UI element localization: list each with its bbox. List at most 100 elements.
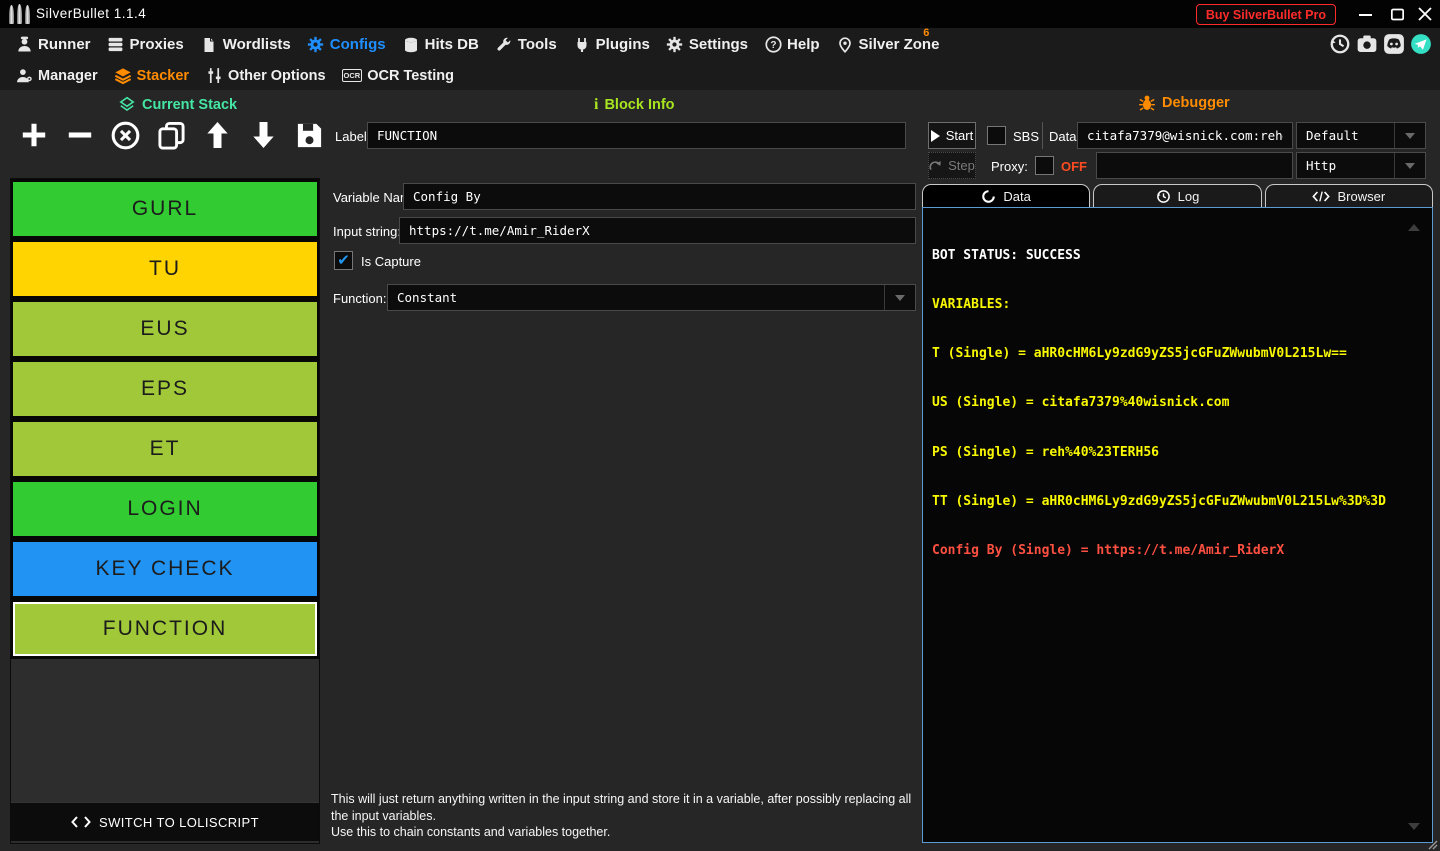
telegram-icon[interactable] bbox=[1409, 32, 1433, 56]
current-stack-title: Current Stack bbox=[142, 97, 237, 113]
plug-icon bbox=[573, 36, 591, 54]
menu-item-proxies[interactable]: Proxies bbox=[105, 28, 186, 61]
debug-output-panel[interactable]: BOT STATUS: SUCCESS VARIABLES: T (Single… bbox=[922, 207, 1433, 843]
stack-block-label: EPS bbox=[13, 362, 317, 416]
wordlist-type-dropdown[interactable]: Default bbox=[1296, 122, 1426, 149]
play-icon bbox=[931, 130, 940, 142]
tab-label: Browser bbox=[1337, 189, 1385, 204]
help-icon: ? bbox=[764, 36, 782, 54]
block-info-header: i Block Info bbox=[594, 96, 675, 114]
close-button[interactable] bbox=[1410, 0, 1440, 28]
person-gear-icon bbox=[15, 67, 33, 85]
stack-block-et[interactable]: ET bbox=[11, 419, 319, 479]
menu-item-hits-db[interactable]: Hits DB bbox=[400, 28, 481, 61]
stack-block-login[interactable]: LOGIN bbox=[11, 479, 319, 539]
menu-item-label: Settings bbox=[689, 36, 748, 53]
stack-block-label: KEY CHECK bbox=[13, 542, 317, 596]
sbs-label: SBS bbox=[1013, 129, 1039, 144]
input-string-label: Input string: bbox=[333, 224, 401, 239]
configs-sub-menu: Manager Stacker Other Options OCR OCR Te… bbox=[0, 61, 1440, 90]
log-line: PS (Single) = reh%40%23TERH56 bbox=[932, 445, 1423, 461]
menu-item-runner[interactable]: Runner bbox=[13, 28, 93, 61]
submenu-item-manager[interactable]: Manager bbox=[13, 61, 100, 90]
menu-item-tools[interactable]: Tools bbox=[493, 28, 559, 61]
log-line: VARIABLES: bbox=[932, 297, 1423, 313]
switch-to-loliscript-button[interactable]: SWITCH TO LOLISCRIPT bbox=[11, 802, 319, 841]
gear-icon bbox=[307, 36, 325, 54]
step-button[interactable]: Step bbox=[928, 152, 976, 179]
proxy-checkbox[interactable] bbox=[1035, 156, 1054, 175]
minimize-button[interactable] bbox=[1350, 0, 1380, 28]
stack-toolbar bbox=[19, 119, 324, 151]
stack-block-function[interactable]: FUNCTION bbox=[11, 599, 319, 659]
move-up-icon[interactable] bbox=[203, 119, 232, 151]
function-dropdown[interactable]: Constant bbox=[387, 284, 916, 311]
log-line: BOT STATUS: SUCCESS bbox=[932, 248, 1423, 264]
divider bbox=[1042, 122, 1043, 149]
discord-icon[interactable] bbox=[1382, 32, 1406, 56]
scroll-up-icon[interactable] bbox=[1408, 224, 1420, 231]
stack-block-label: TU bbox=[13, 242, 317, 296]
tab-data[interactable]: Data bbox=[922, 184, 1090, 207]
refresh-icon bbox=[981, 189, 996, 204]
menu-item-configs[interactable]: Configs bbox=[305, 28, 388, 61]
menu-item-settings[interactable]: Settings bbox=[664, 28, 750, 61]
add-icon[interactable] bbox=[19, 119, 48, 151]
chevron-down-icon bbox=[885, 295, 915, 301]
history-icon[interactable] bbox=[1328, 32, 1352, 56]
variable-name-input[interactable] bbox=[403, 183, 916, 210]
proxy-input[interactable] bbox=[1096, 152, 1293, 179]
stack-diamond-icon bbox=[118, 96, 136, 114]
camera-icon[interactable] bbox=[1355, 32, 1379, 56]
stack-block-eps[interactable]: EPS bbox=[11, 359, 319, 419]
sbs-checkbox[interactable] bbox=[987, 126, 1006, 145]
menu-item-label: Configs bbox=[330, 36, 386, 53]
proxy-label: Proxy: bbox=[991, 159, 1028, 174]
menu-item-wordlists[interactable]: Wordlists bbox=[198, 28, 293, 61]
remove-icon[interactable] bbox=[65, 119, 94, 151]
stack-block-gurl[interactable]: GURL bbox=[11, 179, 319, 239]
start-button[interactable]: Start bbox=[928, 122, 976, 149]
menu-item-plugins[interactable]: Plugins bbox=[571, 28, 652, 61]
clear-icon[interactable] bbox=[111, 119, 140, 151]
maximize-button[interactable] bbox=[1382, 0, 1412, 28]
scroll-down-icon[interactable] bbox=[1408, 823, 1420, 830]
stack-block-label: GURL bbox=[13, 182, 317, 236]
tab-browser[interactable]: Browser bbox=[1265, 184, 1433, 207]
submenu-item-stacker[interactable]: Stacker bbox=[112, 61, 191, 90]
buy-pro-button[interactable]: Buy SilverBullet Pro bbox=[1196, 4, 1336, 25]
menu-item-help[interactable]: ? Help bbox=[762, 28, 822, 61]
menu-item-silver-zone[interactable]: 6 Silver Zone bbox=[834, 28, 942, 61]
submenu-item-ocr-testing[interactable]: OCR OCR Testing bbox=[340, 61, 456, 90]
function-label: Function: bbox=[333, 291, 386, 306]
silver-zone-badge: 6 bbox=[923, 28, 929, 39]
proxy-type-dropdown[interactable]: Http bbox=[1296, 152, 1426, 179]
data-input[interactable] bbox=[1077, 122, 1293, 149]
function-value: Constant bbox=[388, 290, 884, 305]
database-icon bbox=[402, 36, 420, 54]
debugger-title: Debugger bbox=[1162, 95, 1230, 111]
resize-grip[interactable] bbox=[1425, 837, 1438, 850]
stack-block-key-check[interactable]: KEY CHECK bbox=[11, 539, 319, 599]
menu-item-label: Proxies bbox=[130, 36, 184, 53]
current-stack-header: Current Stack bbox=[118, 96, 237, 114]
submenu-item-other-options[interactable]: Other Options bbox=[203, 61, 327, 90]
svg-text:?: ? bbox=[770, 40, 776, 51]
history-icon bbox=[1156, 189, 1171, 204]
label-input[interactable] bbox=[367, 122, 906, 149]
debugger-header: Debugger bbox=[1138, 94, 1230, 112]
tab-log[interactable]: Log bbox=[1093, 184, 1261, 207]
move-down-icon[interactable] bbox=[249, 119, 278, 151]
stack-block-tu[interactable]: TU bbox=[11, 239, 319, 299]
stack-block-eus[interactable]: EUS bbox=[11, 299, 319, 359]
save-icon[interactable] bbox=[295, 119, 324, 151]
step-arrow-icon bbox=[929, 160, 942, 171]
menu-item-label: Tools bbox=[518, 36, 557, 53]
log-line: T (Single) = aHR0cHM6Ly9zdG9yZS5jcGFuZWw… bbox=[932, 346, 1423, 362]
input-string-input[interactable] bbox=[399, 217, 916, 244]
clone-icon[interactable] bbox=[157, 119, 186, 151]
gear-icon bbox=[666, 36, 684, 54]
is-capture-checkbox[interactable]: ✔ bbox=[334, 251, 353, 270]
chevron-down-icon bbox=[1395, 133, 1425, 139]
stack-block-label: FUNCTION bbox=[13, 602, 317, 656]
